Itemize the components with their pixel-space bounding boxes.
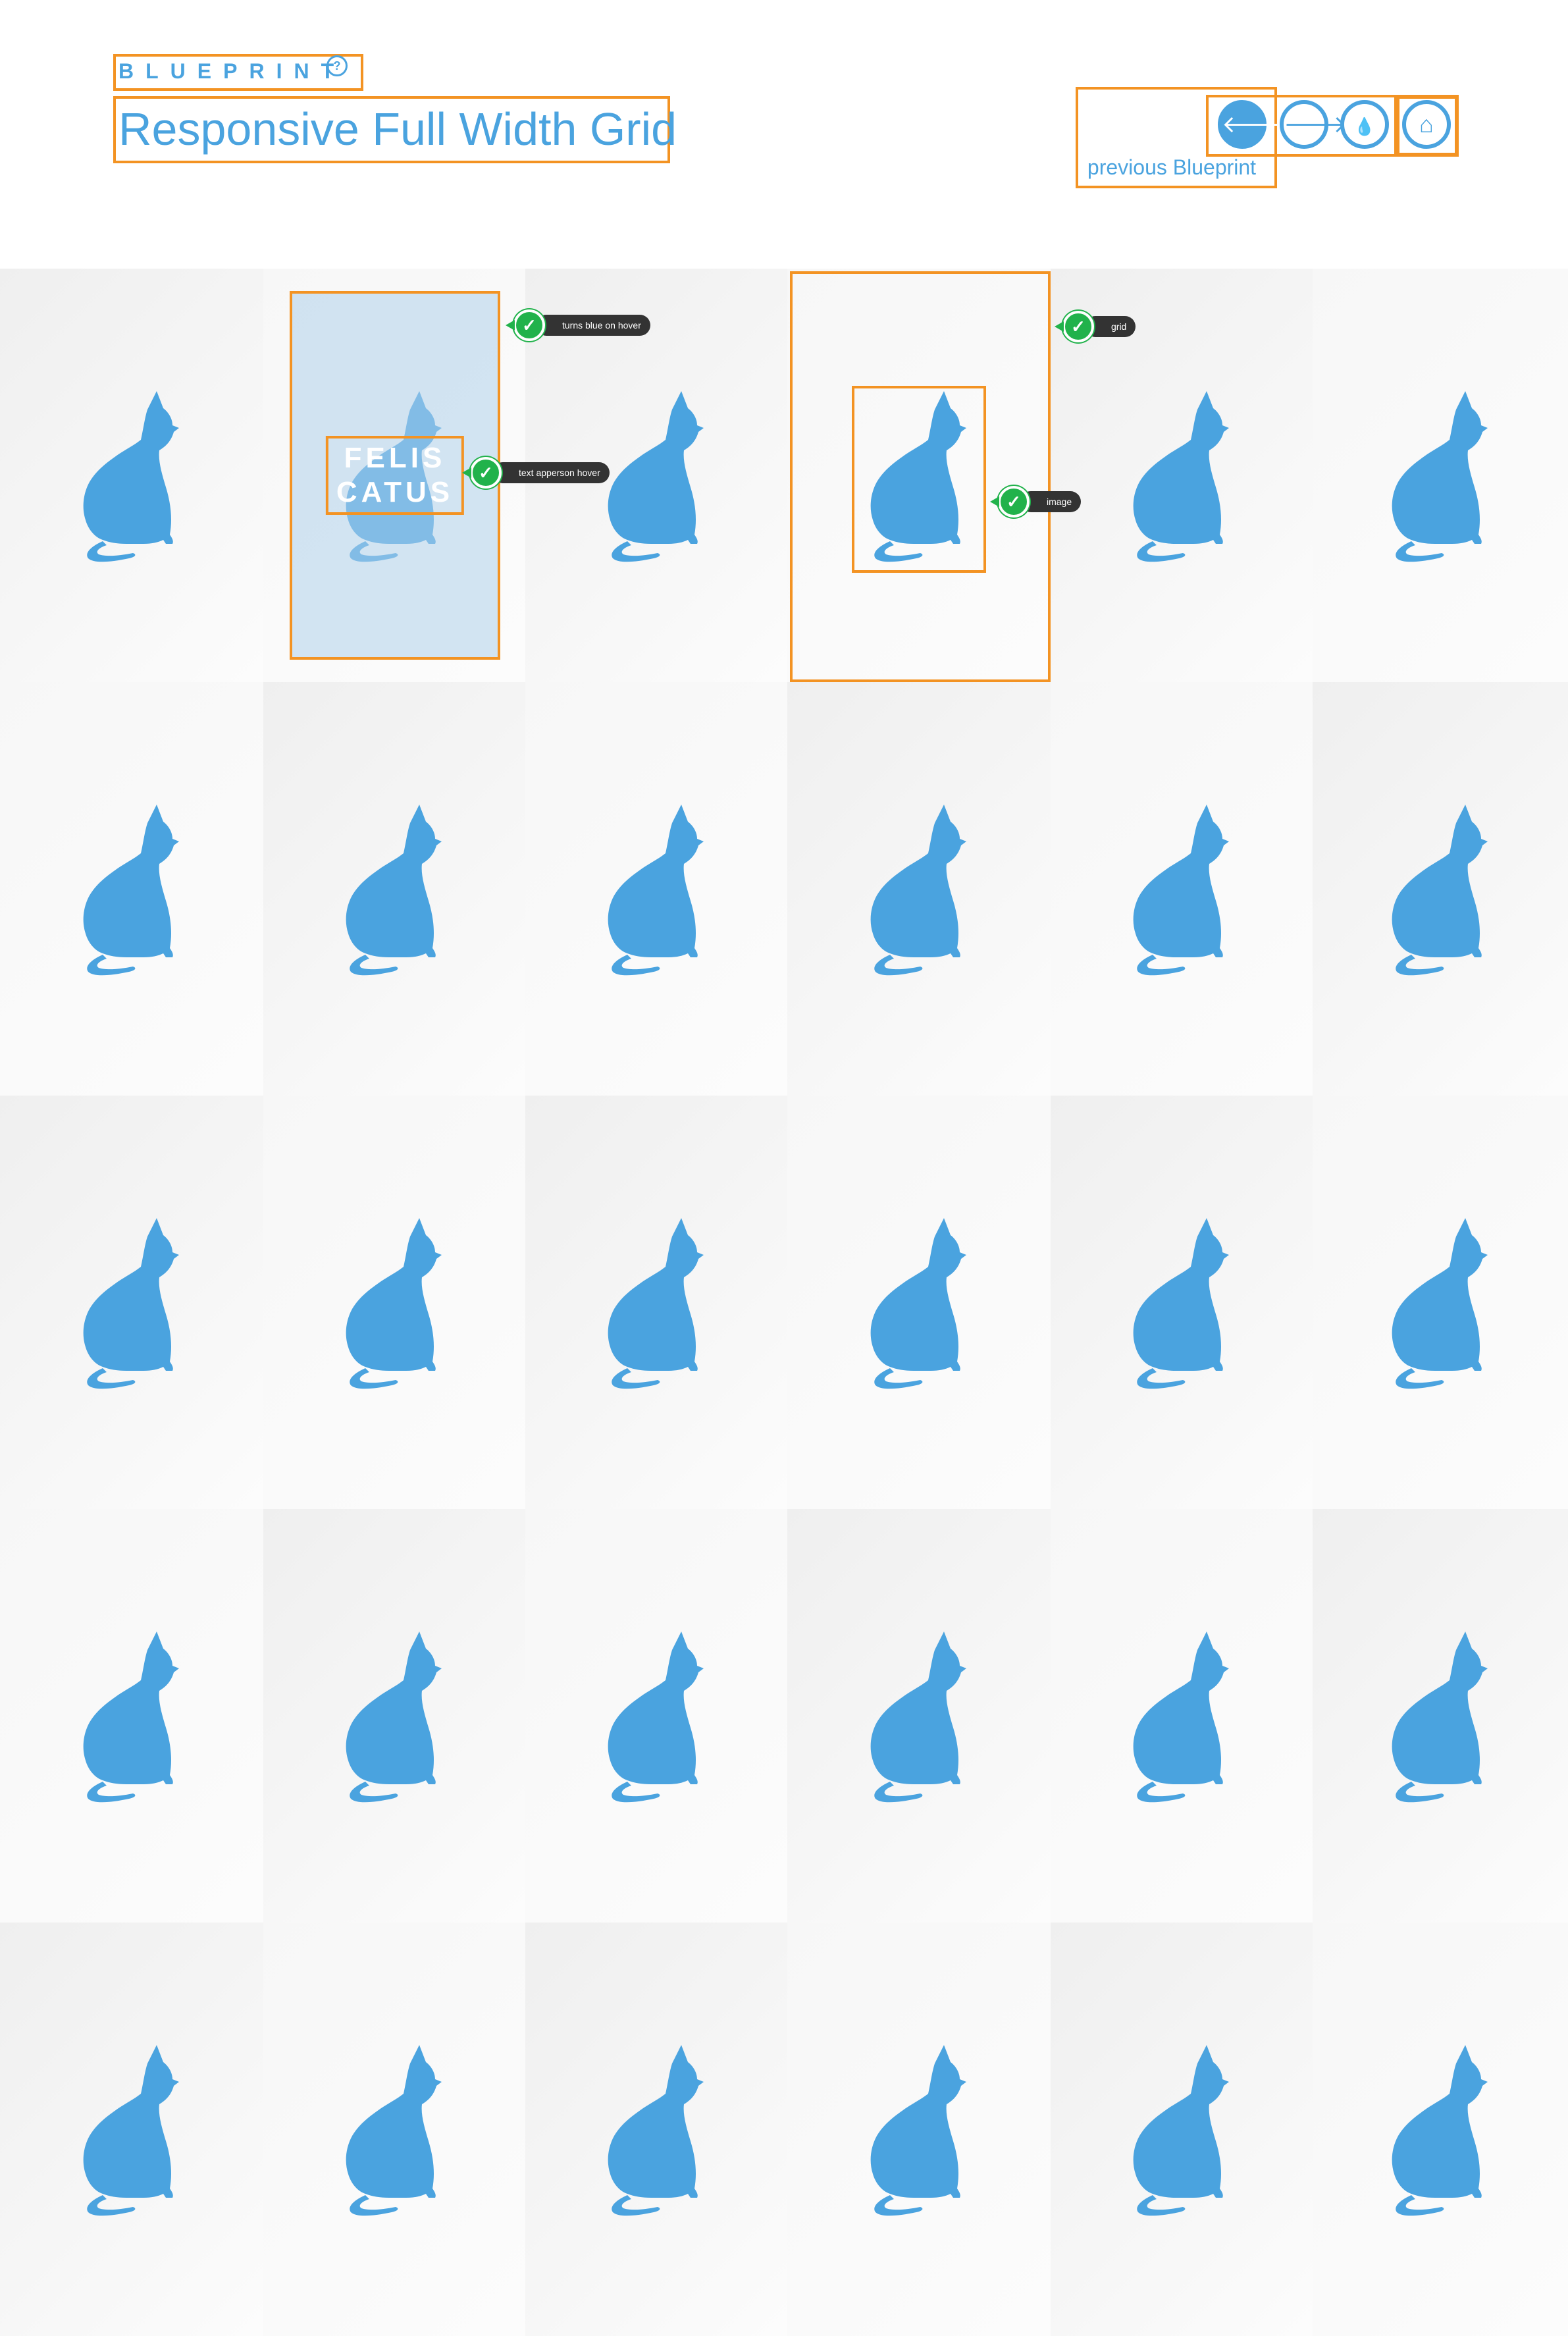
inbox-icon: ⌂ — [1419, 111, 1434, 138]
grid-cell[interactable] — [1313, 1096, 1568, 1509]
grid-cell[interactable] — [787, 1509, 1051, 1923]
cat-silhouette-icon — [1389, 2042, 1492, 2216]
cat-silhouette-icon — [1130, 388, 1233, 562]
arrow-right-icon: 🡒 — [1284, 111, 1347, 138]
grid-cell[interactable] — [1313, 1923, 1568, 2336]
help-icon[interactable]: ? — [327, 55, 348, 76]
cat-silhouette-icon — [80, 1215, 183, 1389]
cat-silhouette-icon — [343, 2042, 446, 2216]
grid-cell[interactable] — [787, 682, 1051, 1096]
grid-cell[interactable] — [525, 682, 787, 1096]
annotation-box-image — [852, 386, 986, 573]
grid-cell[interactable] — [1051, 682, 1313, 1096]
cat-silhouette-icon — [80, 802, 183, 976]
annotation-label: text apperson hover — [492, 462, 610, 483]
cat-silhouette-icon — [1130, 802, 1233, 976]
annotation-label: turns blue on hover — [536, 315, 650, 336]
cat-silhouette-icon — [868, 2042, 970, 2216]
cat-silhouette-icon — [868, 1215, 970, 1389]
grid-cell[interactable] — [1051, 1096, 1313, 1509]
arrow-left-icon: 🡐 — [1222, 111, 1286, 138]
cat-silhouette-icon — [1130, 1629, 1233, 1803]
image-grid: FELIS CATUS — [0, 269, 1568, 2336]
grid-cell[interactable] — [263, 682, 525, 1096]
grid-cell[interactable] — [1313, 1509, 1568, 1923]
check-icon: ✓ — [462, 457, 502, 489]
cat-silhouette-icon — [343, 1629, 446, 1803]
cat-silhouette-icon — [80, 1629, 183, 1803]
grid-cell[interactable] — [0, 1096, 263, 1509]
grid-cell[interactable] — [0, 1509, 263, 1923]
cat-silhouette-icon — [605, 802, 708, 976]
grid-cell[interactable] — [0, 682, 263, 1096]
grid-cell[interactable] — [525, 1509, 787, 1923]
grid-cell[interactable] — [525, 1096, 787, 1509]
grid-cell[interactable] — [525, 1923, 787, 2336]
hover-caption: FELIS CATUS — [325, 436, 465, 515]
cat-silhouette-icon — [1130, 1215, 1233, 1389]
cat-silhouette-icon — [1389, 1629, 1492, 1803]
download-button[interactable]: ⌂ — [1402, 100, 1451, 149]
grid-cell[interactable] — [263, 1923, 525, 2336]
grid-cell[interactable] — [787, 1923, 1051, 2336]
hover-caption-line1: FELIS — [344, 442, 446, 474]
cat-silhouette-icon — [605, 1629, 708, 1803]
cat-silhouette-icon — [343, 1215, 446, 1389]
cat-silhouette-icon — [1130, 2042, 1233, 2216]
grid-cell[interactable] — [263, 1509, 525, 1923]
grid-cell[interactable] — [1051, 1509, 1313, 1923]
hover-caption-line2: CATUS — [336, 476, 454, 508]
check-icon: ✓ — [506, 309, 545, 341]
cat-silhouette-icon — [80, 388, 183, 562]
blueprint-eyebrow: BLUEPRINT — [118, 59, 346, 83]
grid-cell[interactable] — [1313, 682, 1568, 1096]
cat-silhouette-icon — [1389, 1215, 1492, 1389]
prev-blueprint-caption[interactable]: previous Blueprint — [1073, 154, 1270, 180]
cat-silhouette-icon — [868, 802, 970, 976]
cat-silhouette-icon — [1389, 388, 1492, 562]
cat-silhouette-icon — [605, 1215, 708, 1389]
demo-button[interactable]: 💧 — [1340, 100, 1389, 149]
grid-cell[interactable] — [1051, 1923, 1313, 2336]
grid-cell[interactable] — [0, 1923, 263, 2336]
grid-cell[interactable] — [787, 1096, 1051, 1509]
check-icon: ✓ — [990, 486, 1030, 518]
grid-cell[interactable] — [1313, 269, 1568, 682]
page-title: Responsive Full Width Grid — [118, 103, 677, 155]
cat-silhouette-icon — [605, 388, 708, 562]
grid-cell[interactable] — [263, 1096, 525, 1509]
header: BLUEPRINT ? Responsive Full Width Grid 🡐… — [0, 0, 1568, 269]
cat-silhouette-icon — [868, 1629, 970, 1803]
cat-silhouette-icon — [80, 2042, 183, 2216]
grid-cell[interactable] — [0, 269, 263, 682]
cat-silhouette-icon — [343, 802, 446, 976]
cat-silhouette-icon — [605, 2042, 708, 2216]
cat-silhouette-icon — [1389, 802, 1492, 976]
prev-blueprint-button[interactable]: 🡐 — [1218, 100, 1286, 149]
drop-icon: 💧 — [1353, 117, 1376, 136]
check-icon: ✓ — [1055, 311, 1094, 342]
grid-cell[interactable] — [787, 269, 1051, 682]
next-blueprint-button[interactable]: 🡒 — [1280, 100, 1347, 149]
